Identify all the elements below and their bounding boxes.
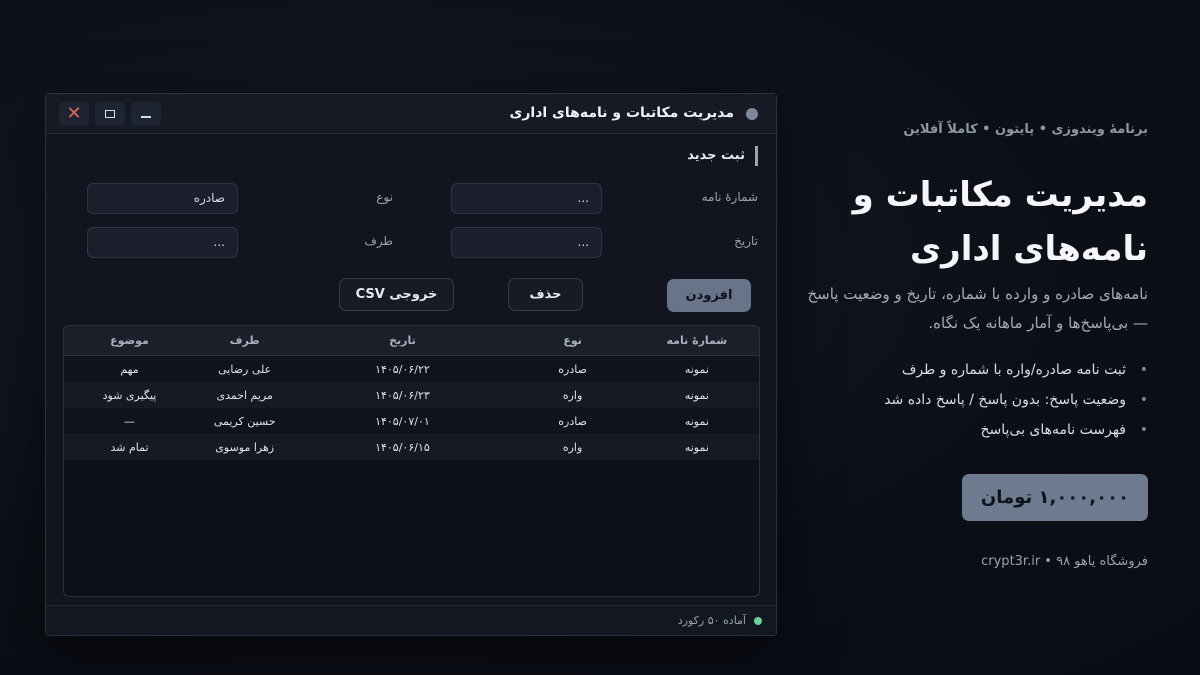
- type-field[interactable]: صادره: [87, 183, 238, 214]
- maximize-icon: [105, 110, 115, 118]
- table-row[interactable]: نمونه واره ۱۴۰۵/۰۶/۱۵ زهرا موسوی تمام شد: [64, 434, 759, 460]
- window-title: مدیریت مکاتبات و نامه‌های اداری: [509, 105, 735, 121]
- table-row[interactable]: نمونه واره ۱۴۰۵/۰۶/۲۳ مریم احمدی پیگیری …: [64, 382, 759, 408]
- feature-item: وضعیت پاسخ: بدون پاسخ / پاسخ داده شد: [788, 388, 1148, 418]
- table-row[interactable]: نمونه صادره ۱۴۰۵/۰۶/۲۲ علی رضایی مهم: [64, 356, 759, 382]
- add-button[interactable]: افزودن: [667, 279, 751, 312]
- minimize-icon: [141, 116, 151, 118]
- cell-letter-number: نمونه: [684, 362, 709, 376]
- party-label: طرف: [364, 234, 393, 248]
- minimize-button[interactable]: [131, 102, 161, 126]
- table-row[interactable]: نمونه صادره ۱۴۰۵/۰۷/۰۱ حسین کریمی —: [64, 408, 759, 434]
- column-header-date[interactable]: تاریخ: [294, 326, 510, 355]
- table-body: نمونه صادره ۱۴۰۵/۰۶/۲۲ علی رضایی مهم نمو…: [64, 356, 759, 460]
- cell-subject: —: [123, 414, 135, 428]
- date-field[interactable]: ...: [451, 227, 602, 258]
- cell-type: صادره: [558, 362, 587, 376]
- date-label: تاریخ: [734, 234, 758, 248]
- status-indicator-icon: [754, 617, 762, 625]
- title-bar[interactable]: مدیریت مکاتبات و نامه‌های اداری ✕: [46, 94, 776, 134]
- tagline: برنامهٔ ویندوزی • پایتون • کاملاً آفلاین: [903, 122, 1148, 137]
- cell-subject: پیگیری شود: [102, 388, 157, 402]
- app-icon: [746, 108, 758, 120]
- type-label: نوع: [376, 190, 393, 204]
- store-link[interactable]: crypt3r.ir • ۹۸ فروشگاه یاهو: [981, 554, 1148, 569]
- description: نامه‌های صادره و وارده با شماره، تاریخ و…: [807, 285, 1148, 332]
- price-button[interactable]: ۱,۰۰۰,۰۰۰ تومان: [962, 474, 1148, 521]
- feature-item: فهرست نامه‌های بی‌پاسخ: [788, 418, 1148, 448]
- letter-number-label: شمارهٔ نامه: [701, 190, 758, 204]
- cell-type: واره: [562, 388, 583, 402]
- cell-subject: مهم: [120, 362, 139, 376]
- close-button[interactable]: ✕: [59, 102, 89, 126]
- headline-line-1: مدیریت مکاتبات و: [852, 175, 1148, 215]
- column-header-party[interactable]: طرف: [195, 326, 294, 355]
- cell-date: ۱۴۰۵/۰۶/۱۵: [375, 440, 430, 454]
- section-title: ثبت جدید: [687, 146, 758, 166]
- cell-date: ۱۴۰۵/۰۶/۲۳: [375, 388, 430, 402]
- close-icon: ✕: [66, 103, 82, 124]
- cell-subject: تمام شد: [110, 440, 149, 454]
- column-header-letter-number[interactable]: شمارهٔ نامه: [635, 326, 759, 355]
- status-text: آماده ۵۰ رکورد: [677, 614, 746, 627]
- headline: مدیریت مکاتبات و نامه‌های اداری: [788, 168, 1148, 276]
- cell-letter-number: نمونه: [684, 414, 709, 428]
- export-csv-button[interactable]: خروجی CSV: [339, 278, 454, 311]
- cell-letter-number: نمونه: [684, 388, 709, 402]
- headline-line-2: نامه‌های اداری: [909, 229, 1148, 269]
- cell-party: حسین کریمی: [213, 414, 276, 428]
- feature-item: ثبت نامه صادره/واره با شماره و طرف: [788, 358, 1148, 388]
- column-header-subject[interactable]: موضوع: [64, 326, 195, 355]
- cell-date: ۱۴۰۵/۰۷/۰۱: [375, 414, 430, 428]
- cell-date: ۱۴۰۵/۰۶/۲۲: [375, 362, 430, 376]
- column-header-type[interactable]: نوع: [510, 326, 634, 355]
- cell-type: واره: [562, 440, 583, 454]
- cell-party: علی رضایی: [218, 362, 272, 376]
- letter-number-field[interactable]: ...: [451, 183, 602, 214]
- delete-button[interactable]: حذف: [508, 278, 583, 311]
- app-window: مدیریت مکاتبات و نامه‌های اداری ✕ ثبت جد…: [45, 93, 777, 636]
- cell-party: مریم احمدی: [216, 388, 273, 402]
- maximize-button[interactable]: [95, 102, 125, 126]
- status-bar: آماده ۵۰ رکورد: [46, 605, 776, 635]
- feature-list: ثبت نامه صادره/واره با شماره و طرف وضعیت…: [788, 358, 1148, 448]
- party-field[interactable]: ...: [87, 227, 238, 258]
- cell-letter-number: نمونه: [684, 440, 709, 454]
- cell-type: صادره: [558, 414, 587, 428]
- cell-party: زهرا موسوی: [215, 440, 275, 454]
- table-header: شمارهٔ نامه نوع تاریخ طرف موضوع: [64, 326, 759, 356]
- letters-table[interactable]: شمارهٔ نامه نوع تاریخ طرف موضوع نمونه صا…: [63, 325, 760, 597]
